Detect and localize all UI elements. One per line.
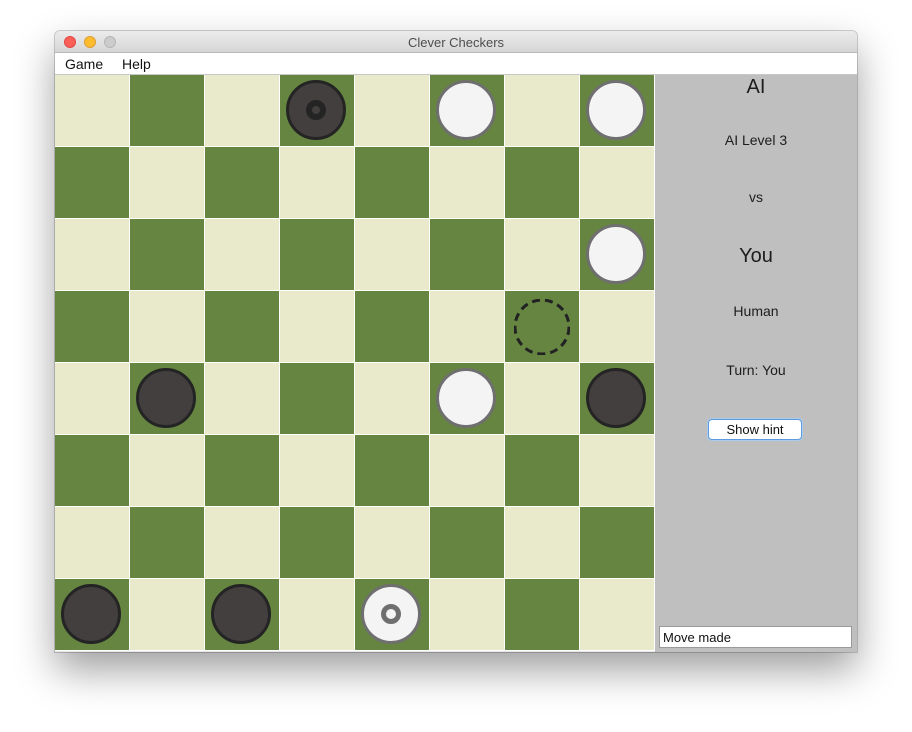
player1-name: AI [746, 76, 766, 98]
board-square[interactable] [505, 219, 580, 291]
board-square[interactable] [205, 363, 280, 435]
board-square[interactable] [505, 75, 580, 147]
board-square[interactable] [430, 219, 505, 291]
board-square[interactable] [55, 435, 130, 507]
black-piece[interactable] [61, 583, 121, 644]
board-square[interactable] [505, 579, 580, 651]
board-square[interactable] [430, 147, 505, 219]
checkers-board[interactable] [55, 75, 655, 652]
board-square[interactable] [580, 363, 655, 435]
board-square[interactable] [130, 363, 205, 435]
board-square[interactable] [280, 147, 355, 219]
board-square[interactable] [580, 579, 655, 651]
board-square[interactable] [430, 579, 505, 651]
board-square[interactable] [280, 435, 355, 507]
board-square[interactable] [580, 507, 655, 579]
board-square[interactable] [130, 75, 205, 147]
board-square[interactable] [355, 219, 430, 291]
board-square[interactable] [130, 579, 205, 651]
board-square[interactable] [430, 507, 505, 579]
board-square[interactable] [505, 435, 580, 507]
board-square[interactable] [130, 147, 205, 219]
board-square[interactable] [430, 363, 505, 435]
board-square[interactable] [205, 291, 280, 363]
menu-help[interactable]: Help [122, 53, 151, 75]
board-square[interactable] [280, 291, 355, 363]
show-hint-button[interactable]: Show hint [708, 419, 802, 440]
black-piece[interactable] [136, 367, 196, 428]
board-square[interactable] [280, 579, 355, 651]
board-square[interactable] [505, 147, 580, 219]
board-square[interactable] [355, 363, 430, 435]
move-target-indicator[interactable] [514, 298, 570, 355]
board-square[interactable] [130, 507, 205, 579]
versus-label: vs [749, 189, 763, 205]
player2-name: You [739, 245, 773, 267]
board-square[interactable] [205, 579, 280, 651]
board-square[interactable] [205, 147, 280, 219]
board-square[interactable] [355, 435, 430, 507]
board-square[interactable] [205, 219, 280, 291]
status-field: Move made [659, 626, 852, 648]
board-square[interactable] [55, 507, 130, 579]
player2-type: Human [733, 303, 779, 319]
sidebar-panel: AI AI Level 3 vs You Human Turn: You Sho… [655, 75, 857, 652]
board-square[interactable] [55, 579, 130, 651]
board-square[interactable] [55, 363, 130, 435]
board-square[interactable] [355, 579, 430, 651]
player1-type: AI Level 3 [724, 132, 788, 148]
turn-indicator: Turn: You [726, 362, 786, 378]
board-square[interactable] [130, 219, 205, 291]
board-square[interactable] [580, 291, 655, 363]
white-king-piece[interactable] [361, 583, 421, 644]
board-square[interactable] [505, 291, 580, 363]
black-king-piece[interactable] [286, 79, 346, 140]
king-crown-icon [306, 99, 326, 120]
king-crown-icon [381, 603, 401, 624]
board-square[interactable] [505, 507, 580, 579]
board-square[interactable] [355, 75, 430, 147]
board-square[interactable] [280, 219, 355, 291]
board-square[interactable] [430, 75, 505, 147]
board-square[interactable] [130, 291, 205, 363]
board-square[interactable] [580, 435, 655, 507]
title-bar[interactable]: Clever Checkers [55, 31, 857, 53]
board-square[interactable] [55, 291, 130, 363]
menu-game[interactable]: Game [65, 53, 103, 75]
board-square[interactable] [280, 363, 355, 435]
board-square[interactable] [130, 435, 205, 507]
white-piece[interactable] [586, 79, 646, 140]
board-square[interactable] [55, 219, 130, 291]
board-square[interactable] [580, 147, 655, 219]
board-square[interactable] [280, 507, 355, 579]
board-square[interactable] [55, 147, 130, 219]
board-square[interactable] [430, 291, 505, 363]
black-piece[interactable] [211, 583, 271, 644]
board-square[interactable] [55, 75, 130, 147]
board-square[interactable] [430, 435, 505, 507]
board-square[interactable] [580, 219, 655, 291]
board-square[interactable] [205, 75, 280, 147]
board-square[interactable] [355, 291, 430, 363]
app-window: Clever Checkers Game Help AI AI Level 3 … [55, 31, 857, 652]
menu-bar: Game Help [55, 53, 857, 75]
white-piece[interactable] [436, 367, 496, 428]
board-square[interactable] [355, 507, 430, 579]
black-piece[interactable] [586, 367, 646, 428]
board-square[interactable] [205, 435, 280, 507]
board-square[interactable] [205, 507, 280, 579]
board-square[interactable] [280, 75, 355, 147]
window-title: Clever Checkers [407, 35, 505, 50]
white-piece[interactable] [586, 223, 646, 284]
board-square[interactable] [580, 75, 655, 147]
white-piece[interactable] [436, 79, 496, 140]
board-square[interactable] [505, 363, 580, 435]
board-square[interactable] [355, 147, 430, 219]
